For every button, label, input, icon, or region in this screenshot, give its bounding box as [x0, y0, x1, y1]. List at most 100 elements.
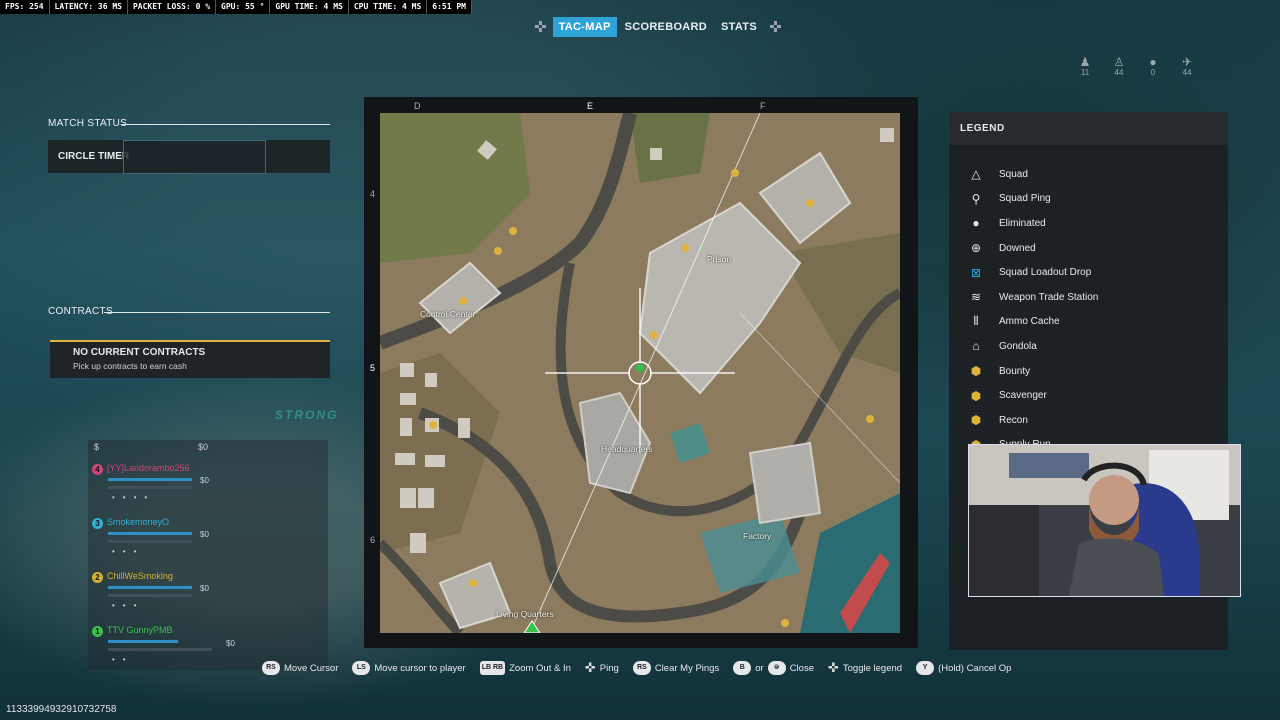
legend-item: ⊕ Downed	[970, 241, 1036, 256]
squad-member: 2 ChillWeSmoking $0 •••	[92, 570, 322, 622]
armor-bar	[108, 486, 192, 489]
circle-timer-value	[123, 140, 266, 174]
webcam-overlay	[968, 444, 1241, 597]
controller-hints-bar: RS Move Cursor LS Move cursor to player LB…	[262, 660, 1011, 676]
member-number-badge: 3	[92, 518, 103, 529]
plane-icon: ✈	[1181, 55, 1193, 69]
currency-icon: $	[94, 442, 100, 452]
legend-item: ⌂ Gondola	[969, 334, 1098, 359]
squads-count: ♟ 11	[1079, 55, 1091, 77]
eliminated-count: ● 0	[1149, 55, 1157, 77]
dpad-left-icon: ✜	[534, 19, 547, 36]
clock-stat: 6:51 PM	[427, 0, 472, 14]
tac-map[interactable]: Prison Control Center Headquarters Facto…	[380, 113, 900, 633]
member-number-badge: 2	[92, 572, 103, 583]
health-bar	[108, 532, 192, 535]
member-cash: $0	[226, 639, 235, 648]
member-name: TTV GunnyPMB	[107, 625, 173, 635]
legend-item: ≋ Weapon Trade Station	[970, 290, 1099, 305]
contracts-title: CONTRACTS	[48, 306, 330, 317]
hint-zoom: LB RB Zoom Out & In	[479, 661, 571, 675]
ammo-icon: ⦀	[973, 314, 979, 329]
remaining-count: ✈ 44	[1181, 55, 1193, 77]
legend-item: ● Eliminated	[969, 211, 1098, 236]
players-count: ♙ 44	[1113, 55, 1125, 77]
loadout-dots: ••	[112, 655, 134, 664]
squad-cash-header: $ $0	[94, 442, 208, 452]
lb-rb-button-icon: LB RB	[479, 661, 506, 675]
y-button-icon: Y	[916, 661, 935, 675]
map-terrain	[380, 113, 900, 633]
member-number-badge: 1	[92, 626, 103, 637]
contract-card: NO CURRENT CONTRACTS Pick up contracts t…	[50, 340, 330, 378]
webcam-feed	[969, 445, 1240, 596]
contract-card-subtitle: Pick up contracts to earn cash	[73, 361, 187, 371]
member-cash: $0	[200, 476, 209, 485]
performance-overlay: FPS: 254 LATENCY: 36 MS PACKET LOSS: 0 %…	[0, 0, 472, 14]
hint-toggle-legend[interactable]: ✜ Toggle legend	[828, 660, 902, 676]
member-name: [YY]Landorambo256	[107, 463, 190, 473]
map-row-label: 4	[370, 189, 376, 199]
circle-timer-label: CIRCLE TIMER	[58, 151, 130, 162]
map-row-label: 5	[370, 363, 376, 373]
dpad-icon: ✜	[827, 660, 839, 675]
map-row-label: 6	[370, 535, 376, 545]
member-name: ChillWeSmoking	[107, 571, 173, 581]
cpu-time-stat: CPU TIME: 4 MS	[349, 0, 428, 14]
loadout-dots: •••	[112, 547, 145, 556]
hint-move-cursor-to-player: LS Move cursor to player	[352, 661, 466, 675]
map-label-prison: Prison	[707, 254, 732, 264]
map-label-factory: Factory	[743, 531, 772, 541]
legend-item: ⬢ Recon	[970, 413, 1028, 428]
squad-member: 3 SmokemoneyO $0 •••	[92, 516, 322, 568]
legend-item: ⊠ Squad Loadout Drop	[970, 265, 1092, 280]
pin-icon: ⚲	[971, 191, 981, 206]
legend-title: LEGEND	[960, 123, 1005, 134]
loadout-dots: ••••	[112, 493, 156, 502]
session-id: 11333994932910732758	[6, 704, 117, 715]
squad-icon: ♟	[1079, 55, 1091, 69]
team-count-icons: ♟ 11 ♙ 44 ● 0 ✈ 44	[1078, 56, 1194, 77]
member-name: SmokemoneyO	[107, 517, 170, 527]
b-button-icon: B	[733, 661, 752, 675]
loadout-dots: •••	[112, 601, 145, 610]
member-cash: $0	[200, 530, 209, 539]
dpad-icon: ✜	[584, 660, 596, 675]
tab-scoreboard[interactable]: SCOREBOARD	[619, 17, 713, 37]
legend-list: △ Squad ⚲ Squad Ping ● Eliminated ⊕ Downed ⊠…	[969, 162, 1099, 457]
member-number-badge: 4	[92, 464, 103, 475]
player-icon: ♙	[1113, 55, 1125, 69]
map-column-label: E	[587, 101, 594, 111]
tab-stats[interactable]: STATS	[715, 17, 763, 37]
trade-station-icon: ≋	[970, 290, 982, 305]
view-button-icon: ⊜	[767, 661, 786, 675]
gondola-icon: ⌂	[972, 339, 980, 354]
hint-clear-pings: RS Clear My Pings	[632, 661, 719, 675]
circle-timer-panel: CIRCLE TIMER	[48, 140, 330, 174]
armor-bar	[108, 648, 212, 651]
match-status-title: MATCH STATUS	[48, 118, 330, 129]
stronghold-banner: STRONG	[275, 408, 339, 422]
latency-stat: LATENCY: 36 MS	[50, 0, 128, 14]
rs-button-icon: RS	[262, 661, 280, 675]
tab-tac-map[interactable]: TAC-MAP	[552, 17, 617, 37]
legend-item: △ Squad	[969, 162, 1098, 187]
health-bar	[108, 640, 178, 643]
loadout-drop-icon: ⊠	[970, 265, 982, 280]
hint-close[interactable]: Bor ⊜ Close	[733, 661, 814, 675]
armor-bar	[108, 594, 192, 597]
map-label-headquarters: Headquarters	[601, 444, 653, 454]
team-cash: $0	[198, 442, 209, 452]
skull-icon: ●	[1149, 55, 1157, 69]
hint-ping: ✜ Ping	[584, 660, 619, 675]
ls-button-icon: LS	[352, 661, 371, 675]
scavenger-icon: ⬢	[970, 388, 982, 403]
triangle-icon: △	[971, 167, 981, 182]
health-bar	[108, 478, 192, 481]
map-label-living-quarters: Living Quarters	[496, 609, 554, 619]
armor-bar	[108, 540, 192, 543]
hint-cancel-op[interactable]: Y (Hold) Cancel Op	[916, 661, 1011, 675]
member-cash: $0	[200, 584, 209, 593]
recon-icon: ⬢	[970, 413, 982, 428]
hint-move-cursor: RS Move Cursor	[262, 661, 338, 675]
